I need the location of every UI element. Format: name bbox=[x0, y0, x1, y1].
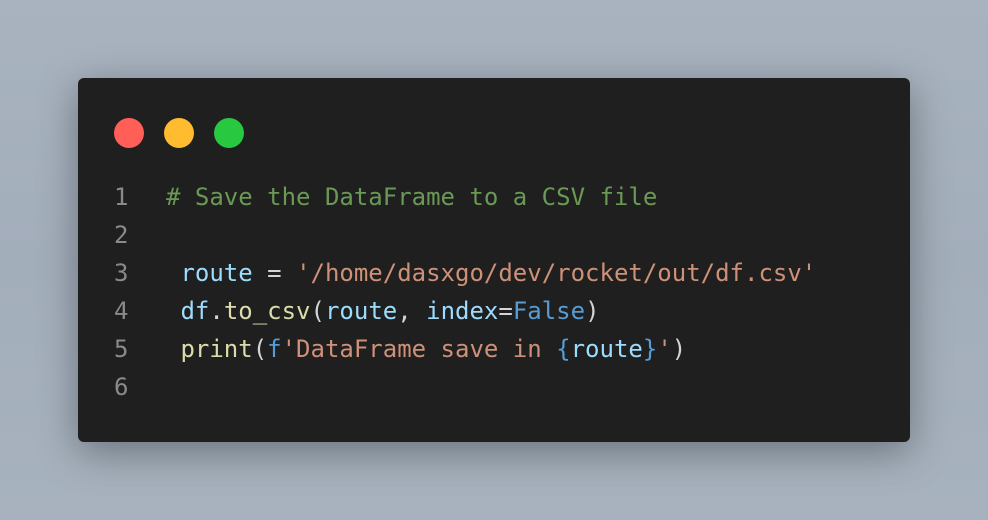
code-token-punct: ( bbox=[310, 297, 325, 325]
code-token-var: df bbox=[166, 297, 210, 325]
code-token-op: . bbox=[209, 297, 224, 325]
line-number: 4 bbox=[114, 297, 129, 325]
line-number: 3 bbox=[114, 259, 129, 287]
code-window: 1 # Save the DataFrame to a CSV file 2 3 ro… bbox=[78, 78, 910, 442]
line-number: 1 bbox=[114, 183, 129, 211]
code-line: 6 bbox=[78, 368, 910, 406]
code-line: 3 route = '/home/dasxgo/dev/rocket/out/d… bbox=[78, 254, 910, 292]
code-token-punct: ) bbox=[585, 297, 600, 325]
code-token-punct: ) bbox=[671, 335, 687, 363]
code-block: 1 # Save the DataFrame to a CSV file 2 3 ro… bbox=[78, 178, 910, 406]
code-token-str: '/home/dasxgo/dev/rocket/out/df.csv' bbox=[296, 259, 817, 287]
code-line: 2 bbox=[78, 216, 910, 254]
code-token-var: route bbox=[324, 297, 398, 325]
code-token-kw: { bbox=[556, 335, 571, 363]
line-number: 5 bbox=[114, 335, 129, 363]
code-token-punct: ( bbox=[252, 335, 268, 363]
code-token-var: route bbox=[570, 335, 643, 363]
minimize-dot-icon[interactable] bbox=[164, 118, 194, 148]
code-line: 4 df.to_csv(route, index=False) bbox=[78, 292, 910, 330]
line-number: 6 bbox=[114, 373, 129, 401]
code-token-op: = bbox=[498, 297, 513, 325]
line-source: route = '/home/dasxgo/dev/rocket/out/df.… bbox=[166, 254, 816, 292]
code-line: 1 # Save the DataFrame to a CSV file bbox=[78, 178, 910, 216]
maximize-dot-icon[interactable] bbox=[214, 118, 244, 148]
code-token-kw: } bbox=[642, 335, 658, 363]
code-token-punct: , bbox=[397, 297, 427, 325]
line-source: # Save the DataFrame to a CSV file bbox=[166, 178, 657, 216]
code-token-func: to_csv bbox=[223, 297, 311, 325]
code-token-kw: f bbox=[267, 335, 282, 363]
line-source: df.to_csv(route, index=False) bbox=[166, 292, 600, 330]
code-token-var: route bbox=[166, 259, 253, 287]
code-token-str: ' bbox=[657, 335, 672, 363]
code-token-var: index bbox=[426, 297, 499, 325]
code-token-str: 'DataFrame save in bbox=[281, 335, 557, 363]
code-token-op: = bbox=[252, 259, 297, 287]
code-line: 5 print(f'DataFrame save in {route}') bbox=[78, 330, 910, 368]
code-token-comment: # Save the DataFrame to a CSV file bbox=[166, 183, 658, 211]
code-token-kw: False bbox=[512, 297, 586, 325]
close-dot-icon[interactable] bbox=[114, 118, 144, 148]
line-source: print(f'DataFrame save in {route}') bbox=[166, 330, 686, 368]
line-number: 2 bbox=[114, 221, 129, 249]
code-token-func: print bbox=[166, 335, 253, 363]
